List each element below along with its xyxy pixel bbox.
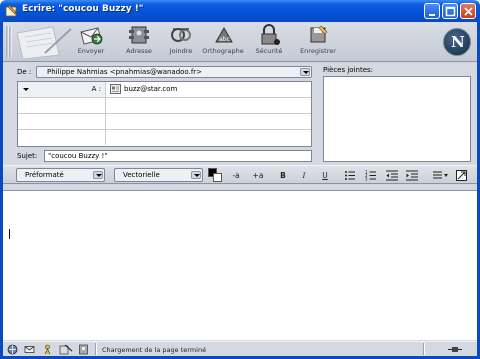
smaller-font-button[interactable]: -a (229, 169, 243, 182)
insert-object-icon[interactable] (455, 169, 469, 182)
letter-decoration-icon (16, 26, 72, 59)
subject-label: Sujet: (17, 152, 38, 160)
recipient-row[interactable] (18, 98, 311, 114)
underline-button[interactable]: U (318, 169, 332, 182)
recipient-type-cell (18, 98, 106, 113)
spellcheck-button[interactable]: abc Orthographe (199, 24, 247, 60)
address-button[interactable]: Adresse (119, 24, 159, 60)
font-value: Vectorielle (123, 171, 160, 179)
attachments-list[interactable] (323, 76, 471, 162)
message-body-editor[interactable] (3, 190, 477, 340)
subject-input[interactable]: "coucou Buzzy !" (44, 150, 312, 162)
close-button[interactable] (460, 3, 476, 19)
save-icon (310, 25, 328, 43)
address-book-icon (129, 26, 149, 44)
status-bar: Chargement de la page terminé (3, 341, 477, 356)
svg-text:3: 3 (365, 177, 368, 182)
bullet-list-icon[interactable] (343, 169, 357, 182)
security-button[interactable]: Sécurité (249, 24, 289, 60)
main-toolbar: Envoyer Adresse Joindre abc Orthographe (3, 22, 477, 62)
status-text: Chargement de la page terminé (102, 346, 207, 354)
chevron-down-icon[interactable] (23, 88, 29, 91)
security-label: Sécurité (255, 47, 283, 55)
svg-text:abc: abc (219, 36, 230, 43)
from-value: Philippe Nahmias <pnahmias@wanadoo.fr> (47, 68, 203, 76)
from-select[interactable]: Philippe Nahmias <pnahmias@wanadoo.fr> (36, 66, 312, 78)
recipient-address[interactable]: buzz@star.com (124, 85, 177, 93)
recipient-type-label: A : (91, 85, 101, 93)
offline-connection-icon[interactable] (447, 344, 463, 355)
save-label: Enregistrer (300, 47, 336, 55)
toolbar-grip-icon[interactable] (5, 24, 13, 60)
attachments-label: Pièces jointes: (323, 66, 374, 74)
text-color-button[interactable] (208, 168, 222, 182)
attach-icon (171, 28, 191, 42)
maximize-icon (445, 6, 456, 17)
attach-label: Joindre (169, 47, 193, 55)
chevron-down-icon[interactable] (191, 171, 201, 179)
maximize-button[interactable] (442, 3, 458, 19)
bold-button[interactable]: B (276, 169, 290, 182)
chevron-down-icon[interactable] (300, 68, 310, 76)
attach-button[interactable]: Joindre (161, 24, 201, 60)
background-color-swatch (213, 173, 222, 182)
larger-font-button[interactable]: +a (251, 169, 265, 182)
italic-button[interactable]: I (297, 169, 311, 182)
numbered-list-icon[interactable]: 1 2 3 (364, 169, 378, 182)
save-button[interactable]: Enregistrer (297, 24, 339, 60)
security-lock-icon (261, 24, 280, 45)
address-card-icon (110, 84, 121, 94)
paragraph-style-value: Préformaté (25, 171, 64, 179)
align-menu-icon[interactable] (432, 169, 452, 182)
recipient-row[interactable] (18, 114, 311, 130)
font-select[interactable]: Vectorielle (114, 168, 203, 182)
recipient-type-cell (18, 130, 106, 145)
status-separator (423, 343, 424, 355)
close-icon (464, 7, 473, 16)
composer-icon[interactable] (59, 344, 73, 355)
recipient-type-select[interactable]: A : (18, 82, 106, 97)
address-book-small-icon[interactable] (78, 344, 89, 355)
paragraph-style-select[interactable]: Préformaté (16, 168, 105, 182)
minimize-button[interactable] (424, 3, 440, 19)
title-bar[interactable]: Ecrire: "coucou Buzzy !" (0, 0, 480, 22)
compose-app-icon (5, 4, 17, 17)
outdent-icon[interactable] (385, 169, 399, 182)
status-separator (95, 343, 96, 355)
window-title: Ecrire: "coucou Buzzy !" (22, 4, 144, 14)
address-label: Adresse (126, 47, 152, 55)
chevron-down-icon[interactable] (93, 171, 103, 179)
indent-icon[interactable] (405, 169, 419, 182)
spellcheck-label: Orthographe (202, 47, 244, 55)
instant-messenger-icon[interactable] (42, 344, 53, 355)
recipient-row[interactable]: A : buzz@star.com (18, 82, 311, 98)
text-cursor (9, 229, 10, 239)
recipient-grid: A : buzz@star.com (17, 81, 312, 147)
format-toolbar: Préformaté Vectorielle -a +a B I U 1 2 3 (3, 165, 477, 184)
from-label: De : (17, 68, 32, 76)
send-button[interactable]: Envoyer (71, 24, 111, 60)
mail-icon[interactable] (24, 344, 35, 355)
recipient-type-cell (18, 114, 106, 129)
send-icon (80, 27, 103, 45)
netscape-logo[interactable]: N (443, 28, 471, 56)
navigator-icon[interactable] (7, 344, 18, 355)
send-label: Envoyer (77, 47, 105, 55)
minimize-icon (429, 14, 435, 16)
spellcheck-icon: abc (215, 26, 233, 43)
recipient-row[interactable] (18, 130, 311, 146)
